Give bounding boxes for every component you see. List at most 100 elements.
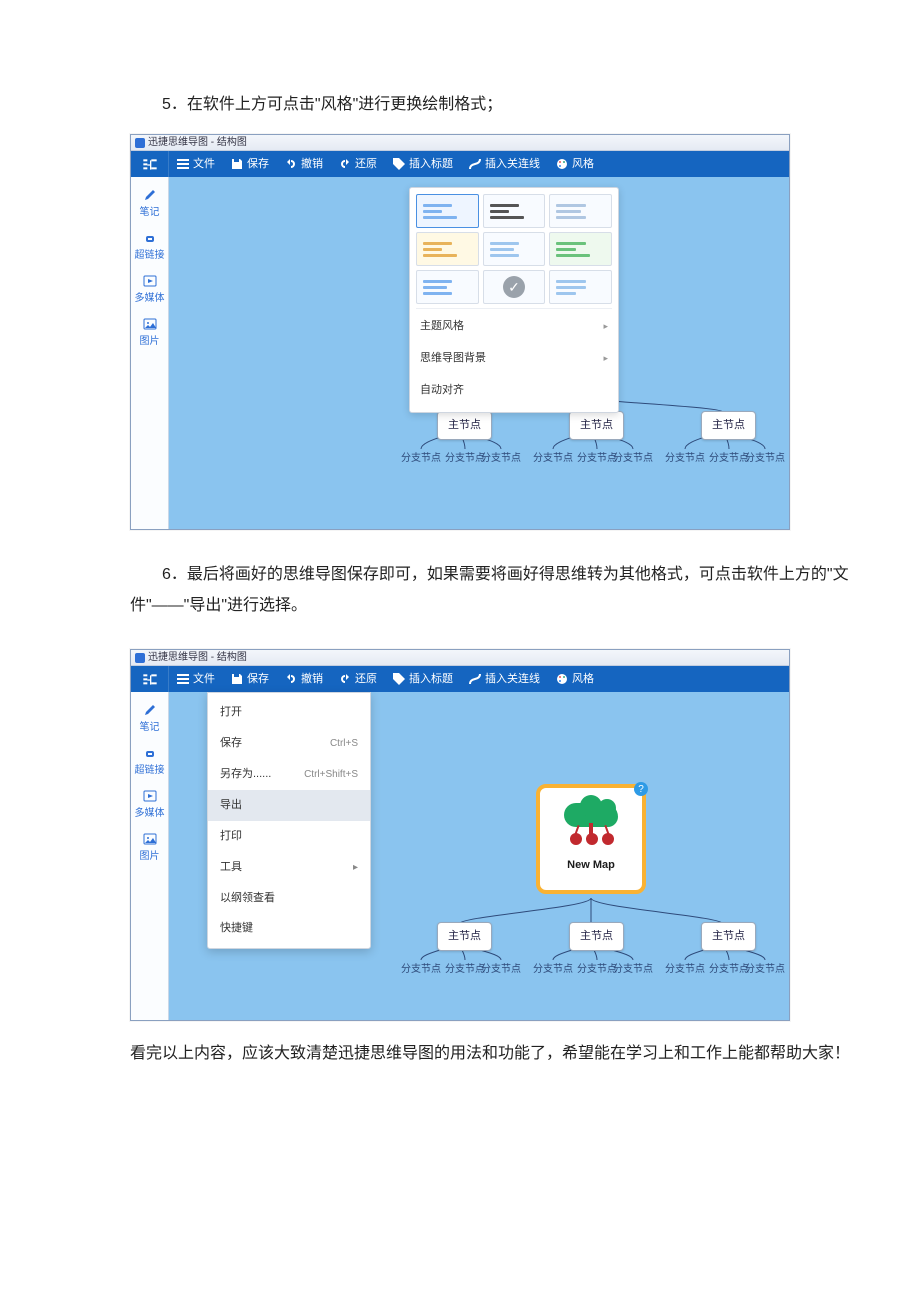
main-node[interactable]: 主节点 [701,411,756,440]
side-image[interactable]: 图片 [134,314,166,355]
style-thumb[interactable] [549,270,612,304]
canvas[interactable]: New Map ? 主节点 主节点 主节点 分支节点 分支节点 分支节点 分支节… [169,692,789,1020]
sub-node[interactable]: 分支节点 [709,960,749,979]
sub-node[interactable]: 分支节点 [481,960,521,979]
menu-open[interactable]: 打开 [208,697,370,728]
style-thumb[interactable] [416,270,479,304]
style-thumb[interactable] [483,194,546,228]
side-media[interactable]: 多媒体 [134,786,166,827]
sub-node[interactable]: 分支节点 [401,960,441,979]
menu-map-bg[interactable]: 思维导图背景▸ [416,342,612,374]
insert-title-button[interactable]: 插入标题 [385,151,461,177]
sidebar: 笔记 超链接 多媒体 图片 [131,177,169,529]
file-button[interactable]: 文件 [169,151,223,177]
main-node[interactable]: 主节点 [437,411,492,440]
sub-node[interactable]: 分支节点 [745,960,785,979]
sub-node[interactable]: 分支节点 [577,449,617,468]
undo-button[interactable]: 撤销 [277,151,331,177]
tag-icon [393,158,405,170]
style-button[interactable]: 风格 [548,151,602,177]
step5-text: 5．在软件上方可点击"风格"进行更换绘制格式； [0,90,920,120]
sub-node[interactable]: 分支节点 [401,449,441,468]
menu-print[interactable]: 打印 [208,821,370,852]
screenshot-style: 迅捷思维导图 - 结构图 文件 保存 撤销 还原 插入标题 插入关连线 风格 笔… [130,134,790,530]
closing-text: 看完以上内容，应该大致清楚迅捷思维导图的用法和功能了，希望能在学习上和工作上能都… [0,1039,920,1069]
undo-button[interactable]: 撤销 [277,666,331,692]
style-panel: ✓ 主题风格▸ 思维导图背景▸ 自动对齐 [409,187,619,413]
save-icon [231,158,243,170]
undo-icon [285,673,297,685]
pencil-icon [143,703,157,717]
style-thumb[interactable] [549,232,612,266]
tag-icon [393,673,405,685]
curve-icon [469,673,481,685]
toolbar: 文件 保存 撤销 还原 插入标题 插入关连线 风格 [131,151,789,177]
main-node[interactable]: 主节点 [569,922,624,951]
side-image[interactable]: 图片 [134,829,166,870]
play-icon [143,789,157,803]
insert-link-button[interactable]: 插入关连线 [461,151,548,177]
menu-outline[interactable]: 以纲领查看 [208,883,370,914]
sub-node[interactable]: 分支节点 [613,449,653,468]
node-badge-icon[interactable]: ? [634,782,648,796]
side-link[interactable]: 超链接 [134,743,166,784]
main-node[interactable]: 主节点 [701,922,756,951]
sidebar: 笔记 超链接 多媒体 图片 [131,692,169,1020]
menu-saveas[interactable]: 另存为......Ctrl+Shift+S [208,759,370,790]
menu-save[interactable]: 保存Ctrl+S [208,728,370,759]
sub-node[interactable]: 分支节点 [709,449,749,468]
main-node[interactable]: 主节点 [569,411,624,440]
save-button[interactable]: 保存 [223,151,277,177]
redo-button[interactable]: 还原 [331,151,385,177]
chevron-right-icon: ▸ [603,350,608,367]
save-button[interactable]: 保存 [223,666,277,692]
palette-icon [556,673,568,685]
style-button[interactable]: 风格 [548,666,602,692]
sub-node[interactable]: 分支节点 [533,449,573,468]
screenshot-file: 迅捷思维导图 - 结构图 文件 保存 撤销 还原 插入标题 插入关连线 风格 笔… [130,649,790,1021]
side-link[interactable]: 超链接 [134,228,166,269]
sub-node[interactable]: 分支节点 [445,449,485,468]
sub-node[interactable]: 分支节点 [665,960,705,979]
image-icon [143,317,157,331]
file-button[interactable]: 文件 [169,666,223,692]
menu-tools[interactable]: 工具▸ [208,852,370,883]
sub-node[interactable]: 分支节点 [533,960,573,979]
root-node[interactable]: New Map ? [536,784,646,894]
style-thumb[interactable] [549,194,612,228]
style-thumb[interactable] [416,194,479,228]
side-note[interactable]: 笔记 [134,700,166,741]
chevron-right-icon: ▸ [603,318,608,335]
side-note[interactable]: 笔记 [134,185,166,226]
style-thumb[interactable] [416,232,479,266]
sub-node[interactable]: 分支节点 [481,449,521,468]
titlebar: 迅捷思维导图 - 结构图 [131,135,789,151]
main-node[interactable]: 主节点 [437,922,492,951]
menu-auto-align[interactable]: 自动对齐 [416,374,612,406]
app-logo-icon[interactable] [131,151,169,177]
file-menu: 打开 保存Ctrl+S 另存为......Ctrl+Shift+S 导出 打印 … [207,692,371,949]
chevron-right-icon: ▸ [353,858,358,877]
sub-node[interactable]: 分支节点 [577,960,617,979]
canvas[interactable]: New Map ? 主节点 主节点 主节点 分支节点 分支节点 分支节点 分支节… [169,177,789,529]
palette-icon [556,158,568,170]
menu-theme-style[interactable]: 主题风格▸ [416,308,612,342]
menu-export[interactable]: 导出 [208,790,370,821]
app-logo-icon[interactable] [131,666,169,692]
sub-node[interactable]: 分支节点 [745,449,785,468]
side-media[interactable]: 多媒体 [134,271,166,312]
sub-node[interactable]: 分支节点 [445,960,485,979]
undo-icon [285,158,297,170]
insert-link-button[interactable]: 插入关连线 [461,666,548,692]
menu-shortcut[interactable]: 快捷键 [208,913,370,944]
link-icon [143,231,157,245]
style-thumb[interactable] [483,232,546,266]
sub-node[interactable]: 分支节点 [613,960,653,979]
sub-node[interactable]: 分支节点 [665,449,705,468]
style-thumb-selected[interactable]: ✓ [483,270,546,304]
curve-icon [469,158,481,170]
redo-button[interactable]: 还原 [331,666,385,692]
insert-title-button[interactable]: 插入标题 [385,666,461,692]
titlebar: 迅捷思维导图 - 结构图 [131,650,789,666]
step6-text: 6．最后将画好的思维导图保存即可，如果需要将画好得思维转为其他格式，可点击软件上… [0,560,920,621]
